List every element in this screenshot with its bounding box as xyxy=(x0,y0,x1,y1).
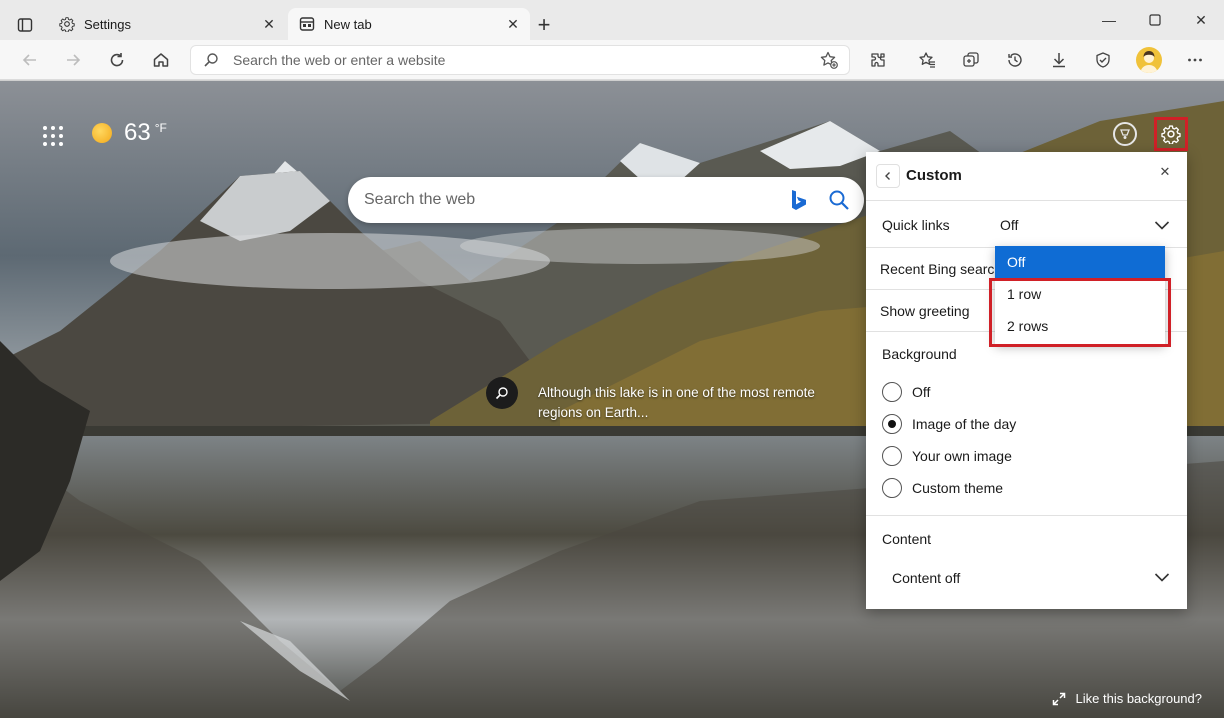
background-section: Background Off Image of the day Your own… xyxy=(866,332,1187,516)
content-heading: Content xyxy=(882,531,932,547)
radio-label: Custom theme xyxy=(912,480,1004,496)
more-options-icon[interactable] xyxy=(1181,46,1209,74)
image-info-search-icon[interactable] xyxy=(486,377,518,409)
content-section: Content Content off xyxy=(866,516,1187,609)
rewards-icon[interactable] xyxy=(1113,122,1137,146)
quick-links-row[interactable]: Quick links Off xyxy=(866,202,1187,248)
like-background-label: Like this background? xyxy=(1075,691,1202,706)
apps-launcher-icon[interactable] xyxy=(40,123,66,149)
temperature-unit: °F xyxy=(154,121,167,135)
quick-links-select[interactable]: Off xyxy=(1000,217,1018,233)
bing-icon[interactable] xyxy=(788,189,810,211)
history-icon[interactable] xyxy=(1001,46,1029,74)
radio-label: Your own image xyxy=(912,448,1012,464)
newtab-icon xyxy=(298,15,316,33)
page-settings-panel: Custom ✕ Quick links Off Recent Bing sea… xyxy=(866,152,1187,609)
background-option-own-image[interactable]: Your own image xyxy=(882,446,1012,466)
favorites-icon[interactable] xyxy=(913,46,941,74)
address-bar[interactable] xyxy=(190,45,850,75)
temperature: 63 xyxy=(124,119,151,146)
avatar[interactable] xyxy=(1136,47,1162,73)
refresh-icon[interactable] xyxy=(103,46,131,74)
sun-icon xyxy=(92,123,112,143)
radio-label: Image of the day xyxy=(912,416,1017,432)
collections-icon[interactable] xyxy=(957,46,985,74)
tab-title: Settings xyxy=(84,16,131,32)
close-icon[interactable]: ✕ xyxy=(258,13,280,35)
gear-icon xyxy=(58,15,76,33)
back-chevron-icon[interactable] xyxy=(876,164,900,188)
close-icon[interactable]: ✕ xyxy=(502,13,524,35)
radio-button[interactable] xyxy=(882,446,902,466)
tab-actions-icon[interactable] xyxy=(12,12,38,38)
window-controls: — ✕ xyxy=(1086,0,1224,40)
highlight-annotation xyxy=(989,278,1171,347)
add-favorite-icon[interactable] xyxy=(817,50,841,70)
radio-button[interactable] xyxy=(882,478,902,498)
panel-title: Custom xyxy=(906,167,962,184)
new-tab-button[interactable]: + xyxy=(532,12,556,37)
panel-header: Custom ✕ xyxy=(866,152,1187,201)
content-select[interactable]: Content off xyxy=(892,570,960,586)
new-tab-page: 63 °F Although this lake is in one of th… xyxy=(0,81,1224,718)
tab-settings[interactable]: Settings ✕ xyxy=(48,8,286,40)
close-window-icon[interactable]: ✕ xyxy=(1178,0,1224,40)
close-icon[interactable]: ✕ xyxy=(1157,164,1173,180)
chevron-down-icon[interactable] xyxy=(1153,216,1171,237)
background-option-image-of-the-day[interactable]: Image of the day xyxy=(882,414,1016,434)
search-icon xyxy=(203,52,223,68)
web-search-input[interactable] xyxy=(364,191,788,209)
quick-links-label: Quick links xyxy=(882,217,950,233)
toolbar xyxy=(0,40,1224,80)
expand-icon xyxy=(1052,692,1066,706)
chevron-down-icon[interactable] xyxy=(1153,568,1171,591)
forward-icon[interactable] xyxy=(59,46,87,74)
tab-new-tab[interactable]: New tab ✕ xyxy=(288,8,530,40)
back-icon[interactable] xyxy=(16,46,44,74)
radio-label: Off xyxy=(912,384,931,400)
radio-button-selected[interactable] xyxy=(882,414,902,434)
extensions-icon[interactable] xyxy=(864,46,892,74)
like-background-link[interactable]: Like this background? xyxy=(1052,691,1202,706)
page-settings-gear-icon[interactable] xyxy=(1154,117,1188,151)
show-greeting-label: Show greeting xyxy=(880,303,970,319)
downloads-icon[interactable] xyxy=(1045,46,1073,74)
home-icon[interactable] xyxy=(147,46,175,74)
radio-button[interactable] xyxy=(882,382,902,402)
background-option-custom-theme[interactable]: Custom theme xyxy=(882,478,1003,498)
image-caption[interactable]: Although this lake is in one of the most… xyxy=(538,383,818,423)
title-bar: Settings ✕ New tab ✕ + — ✕ xyxy=(0,0,1224,40)
browser-essentials-icon[interactable] xyxy=(1089,46,1117,74)
background-option-off[interactable]: Off xyxy=(882,382,930,402)
web-search-box[interactable] xyxy=(348,177,864,223)
search-icon[interactable] xyxy=(828,189,852,211)
background-heading: Background xyxy=(882,346,957,362)
address-input[interactable] xyxy=(233,52,817,68)
dropdown-option-off[interactable]: Off xyxy=(995,246,1165,278)
weather-widget[interactable]: 63 °F xyxy=(92,119,167,147)
tab-title: New tab xyxy=(324,16,372,32)
minimize-icon[interactable]: — xyxy=(1086,0,1132,40)
maximize-icon[interactable] xyxy=(1132,0,1178,40)
